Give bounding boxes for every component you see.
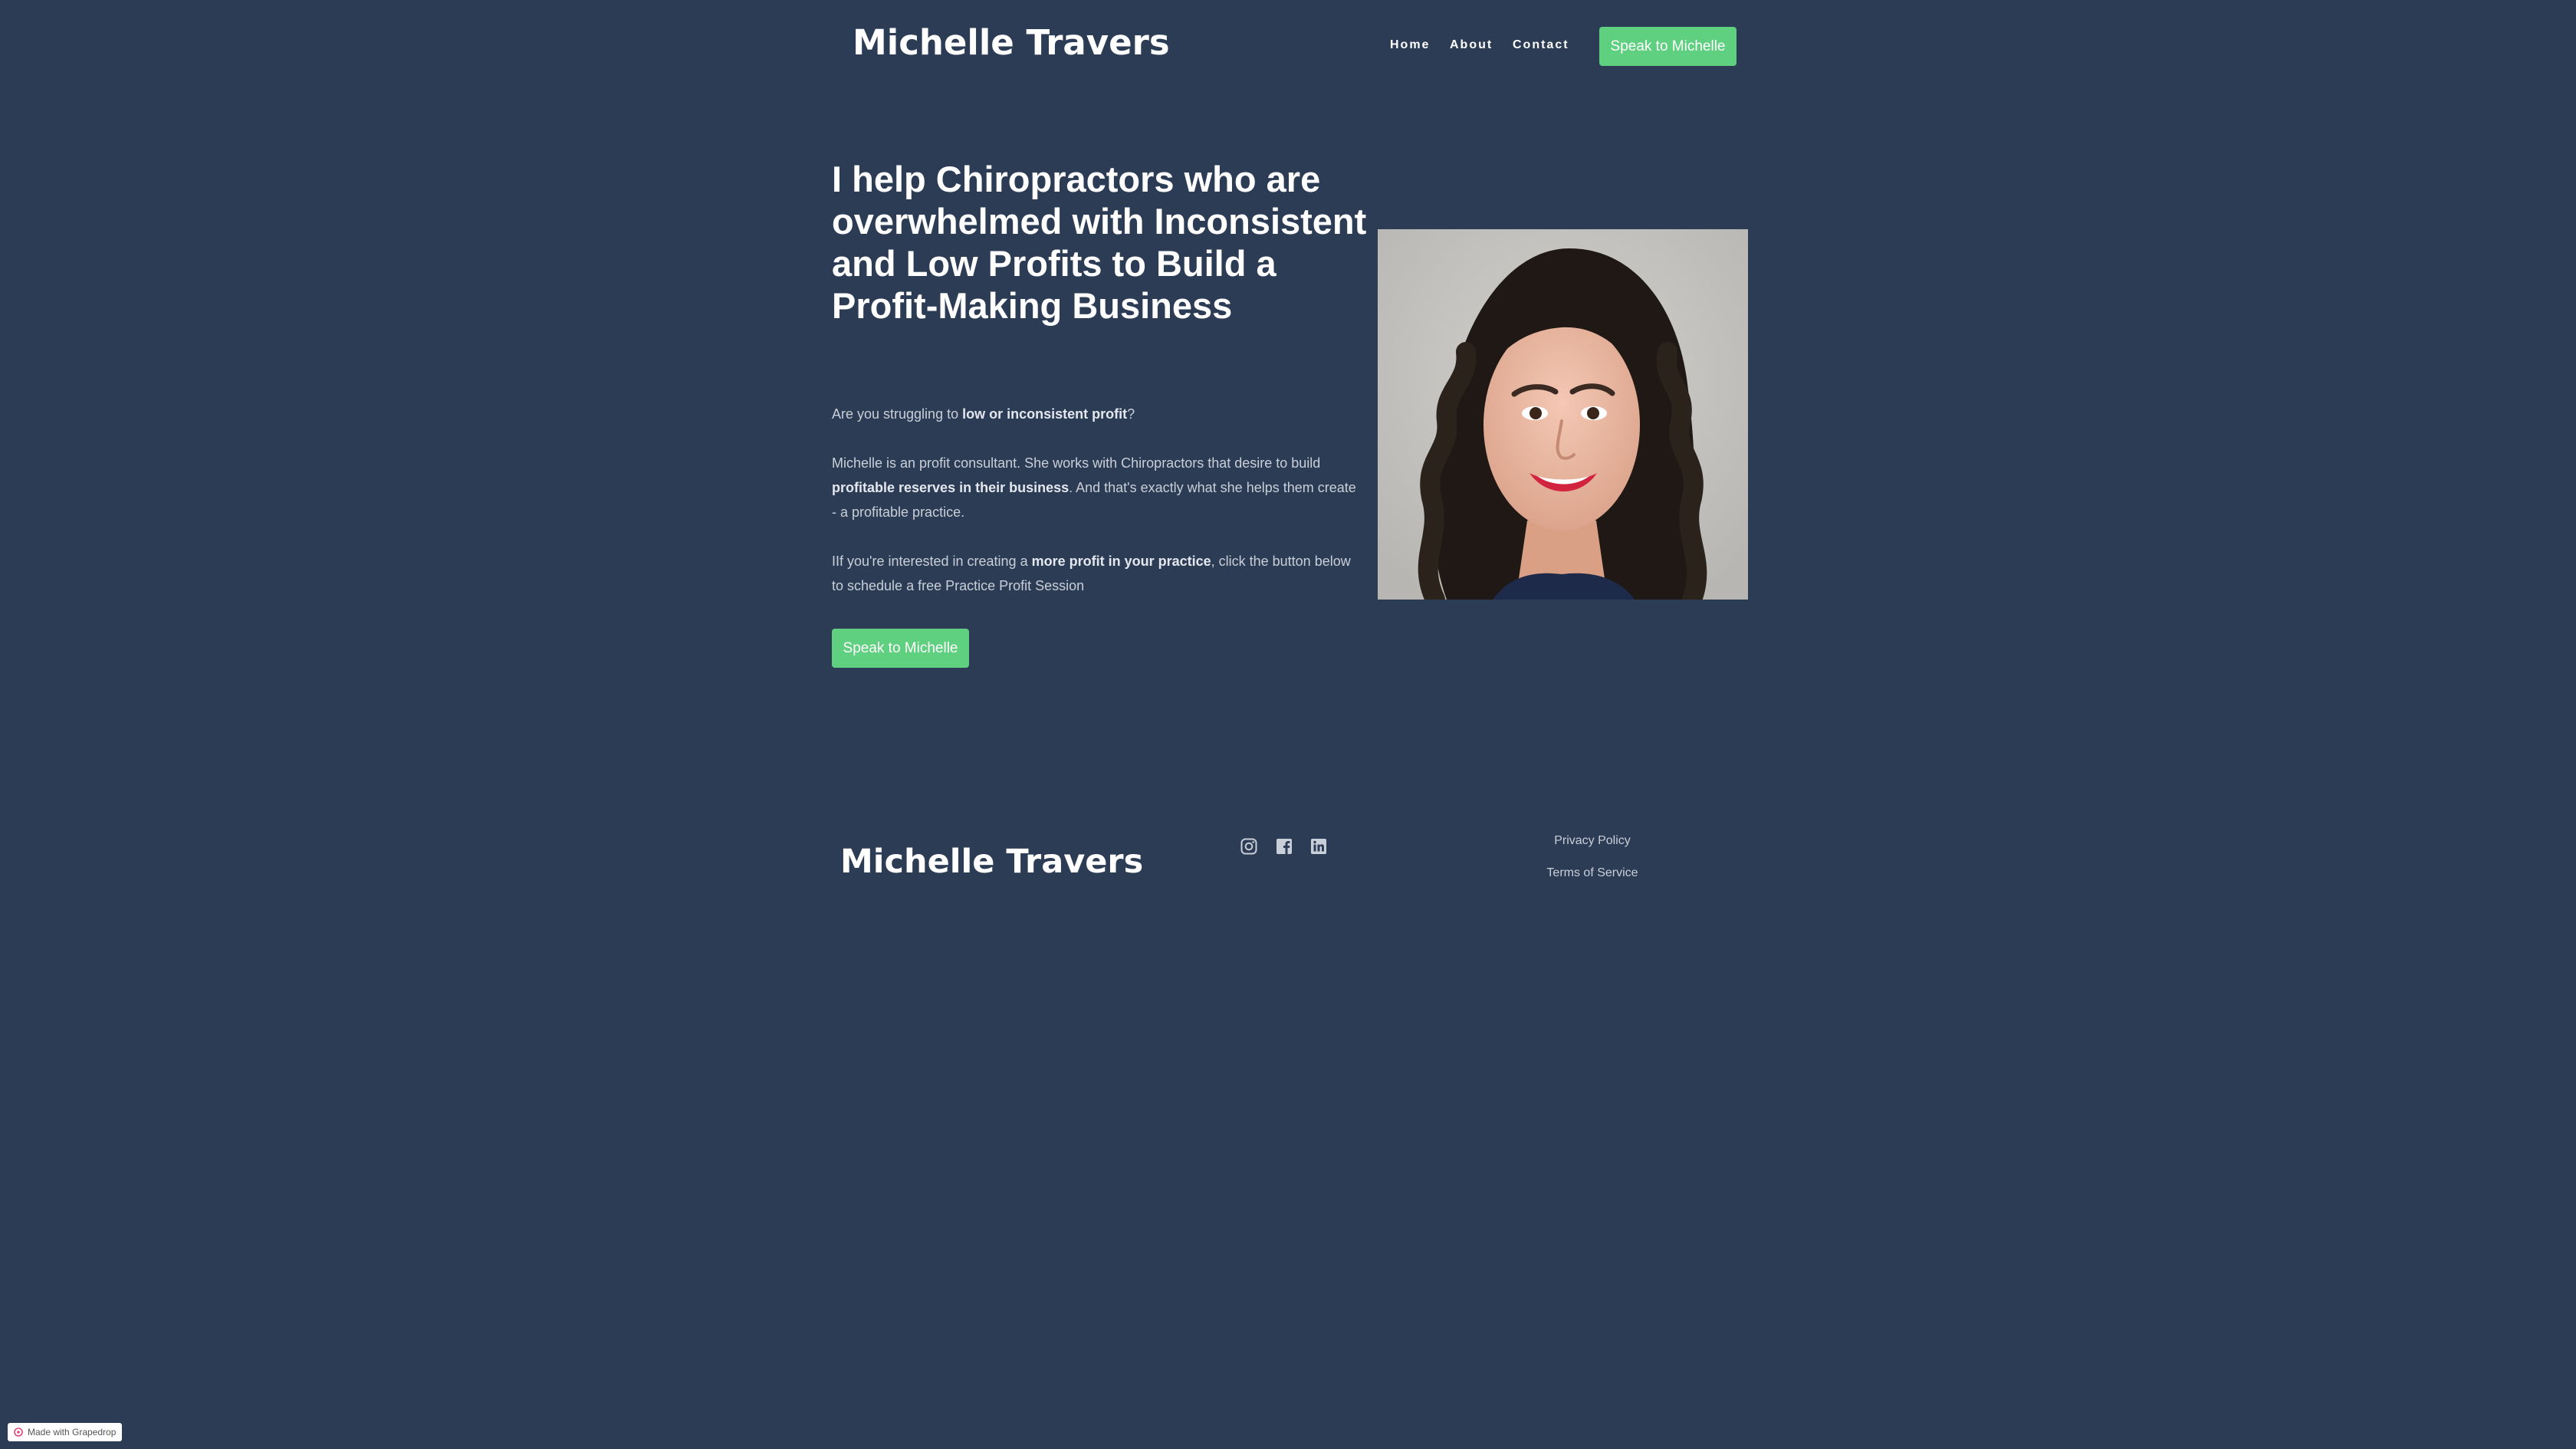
nav-home[interactable]: Home xyxy=(1390,37,1430,54)
hero-title: I help Chiropractors who are overwhelmed… xyxy=(832,159,1367,326)
privacy-policy-link[interactable]: Privacy Policy xyxy=(1554,833,1631,849)
p2-text: Michelle is an profit consultant. She wo… xyxy=(832,455,1321,471)
p2-bold: profitable reserves in their business xyxy=(832,480,1070,495)
portrait-photo xyxy=(1378,229,1748,600)
badge-label: Made with Grapedrop xyxy=(28,1427,117,1438)
hero-speak-button[interactable]: Speak to Michelle xyxy=(832,629,969,668)
instagram-icon[interactable] xyxy=(1240,837,1258,856)
made-with-grapedrop-badge[interactable]: Made with Grapedrop xyxy=(8,1423,122,1441)
hero-paragraph-3: IIf you're interested in creating a more… xyxy=(832,549,1361,598)
nav-about[interactable]: About xyxy=(1450,37,1493,54)
nav-contact[interactable]: Contact xyxy=(1513,37,1569,54)
p1-text: Are you struggling to xyxy=(832,406,963,422)
p3-text: IIf you're interested in creating a xyxy=(832,554,1032,569)
p3-bold: more profit in your practice xyxy=(1031,554,1211,569)
site-logo[interactable]: Michelle Travers xyxy=(853,20,1170,66)
hero-paragraph-2: Michelle is an profit consultant. She wo… xyxy=(832,451,1361,524)
header-speak-button[interactable]: Speak to Michelle xyxy=(1599,27,1737,66)
p1-bold: low or inconsistent profit xyxy=(962,406,1128,422)
footer-logo[interactable]: Michelle Travers xyxy=(840,839,1143,885)
hero-paragraph-1: Are you struggling to low or inconsisten… xyxy=(832,402,1361,426)
terms-of-service-link[interactable]: Terms of Service xyxy=(1546,865,1638,882)
linkedin-icon[interactable] xyxy=(1309,837,1328,856)
grapedrop-icon xyxy=(14,1428,23,1437)
p1-text-end: ? xyxy=(1127,406,1135,422)
facebook-icon[interactable] xyxy=(1275,837,1293,856)
